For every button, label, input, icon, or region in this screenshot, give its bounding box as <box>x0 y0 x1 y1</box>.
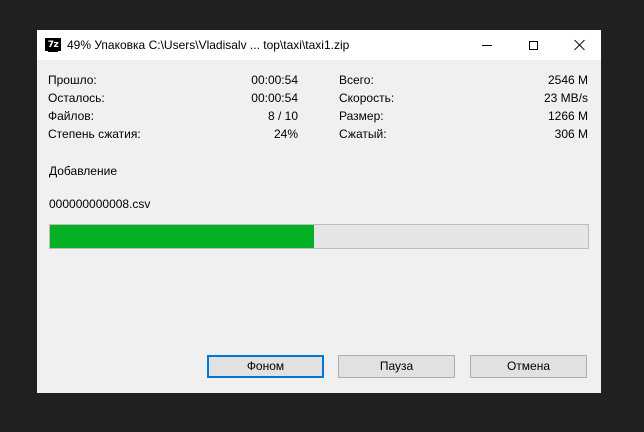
remaining-value: 00:00:54 <box>251 91 298 105</box>
title-bar[interactable]: 7z 49% Упаковка C:\Users\Vladisalv ... t… <box>37 30 601 60</box>
maximize-button[interactable] <box>510 30 556 60</box>
window-title: 49% Упаковка C:\Users\Vladisalv ... top\… <box>67 38 350 52</box>
progress-bar <box>49 224 589 249</box>
7zip-app-icon[interactable]: 7z <box>45 38 61 52</box>
app-icon-text: 7z <box>47 39 59 52</box>
maximize-icon <box>528 40 538 50</box>
minimize-icon <box>482 44 492 46</box>
remaining-label: Осталось: <box>48 91 105 105</box>
progress-bar-fill <box>50 225 314 248</box>
pause-button[interactable]: Пауза <box>338 355 455 378</box>
close-button[interactable] <box>556 30 602 60</box>
total-label: Всего: <box>339 73 374 87</box>
size-value: 1266 M <box>547 109 588 123</box>
compressed-value: 306 M <box>554 127 588 141</box>
files-value: 8 / 10 <box>267 109 298 123</box>
speed-label: Скорость: <box>339 91 395 105</box>
cancel-button[interactable]: Отмена <box>470 355 587 378</box>
compression-ratio-value: 24% <box>273 127 298 141</box>
size-label: Размер: <box>339 109 384 123</box>
elapsed-value: 00:00:54 <box>251 73 298 87</box>
current-file-name: 000000000008.csv <box>49 197 151 211</box>
total-value: 2546 M <box>547 73 588 87</box>
compression-ratio-label: Степень сжатия: <box>48 127 141 141</box>
compressed-label: Сжатый: <box>339 127 387 141</box>
elapsed-label: Прошло: <box>48 73 97 87</box>
minimize-button[interactable] <box>464 30 510 60</box>
background-button[interactable]: Фоном <box>207 355 324 378</box>
operation-status: Добавление <box>49 164 117 178</box>
close-icon <box>573 39 585 51</box>
progress-dialog: 7z 49% Упаковка C:\Users\Vladisalv ... t… <box>37 30 601 393</box>
speed-value: 23 MB/s <box>543 91 588 105</box>
files-label: Файлов: <box>48 109 95 123</box>
